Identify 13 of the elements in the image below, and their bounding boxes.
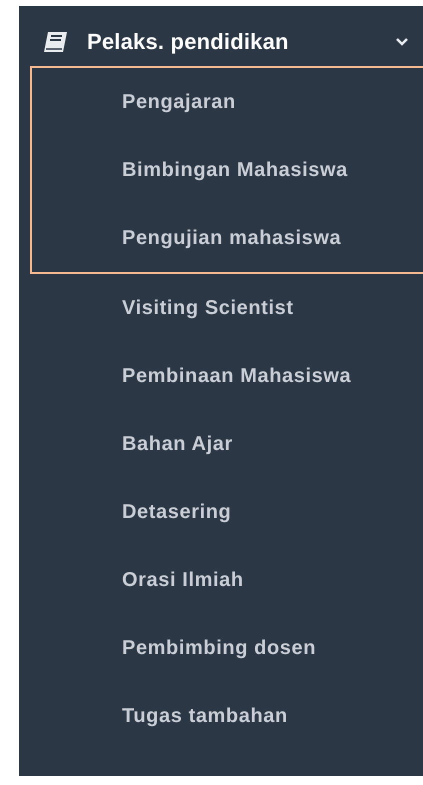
submenu-item[interactable]: Bahan Ajar — [19, 410, 423, 478]
menu-title: Pelaks. pendidikan — [87, 29, 290, 55]
submenu-item[interactable]: Detasering — [19, 478, 423, 546]
submenu-item[interactable]: Orasi Ilmiah — [19, 546, 423, 614]
book-icon — [43, 31, 69, 53]
submenu-item[interactable]: Pengajaran — [32, 68, 423, 136]
submenu-item[interactable]: Tugas tambahan — [19, 682, 423, 750]
submenu-item[interactable]: Pembimbing dosen — [19, 614, 423, 682]
submenu-item[interactable]: Bimbingan Mahasiswa — [32, 136, 423, 204]
submenu-item[interactable]: Pembinaan Mahasiswa — [19, 342, 423, 410]
submenu-item[interactable]: Pengujian mahasiswa — [32, 204, 423, 272]
menu-header[interactable]: Pelaks. pendidikan — [19, 18, 423, 66]
submenu-item[interactable]: Visiting Scientist — [19, 274, 423, 342]
